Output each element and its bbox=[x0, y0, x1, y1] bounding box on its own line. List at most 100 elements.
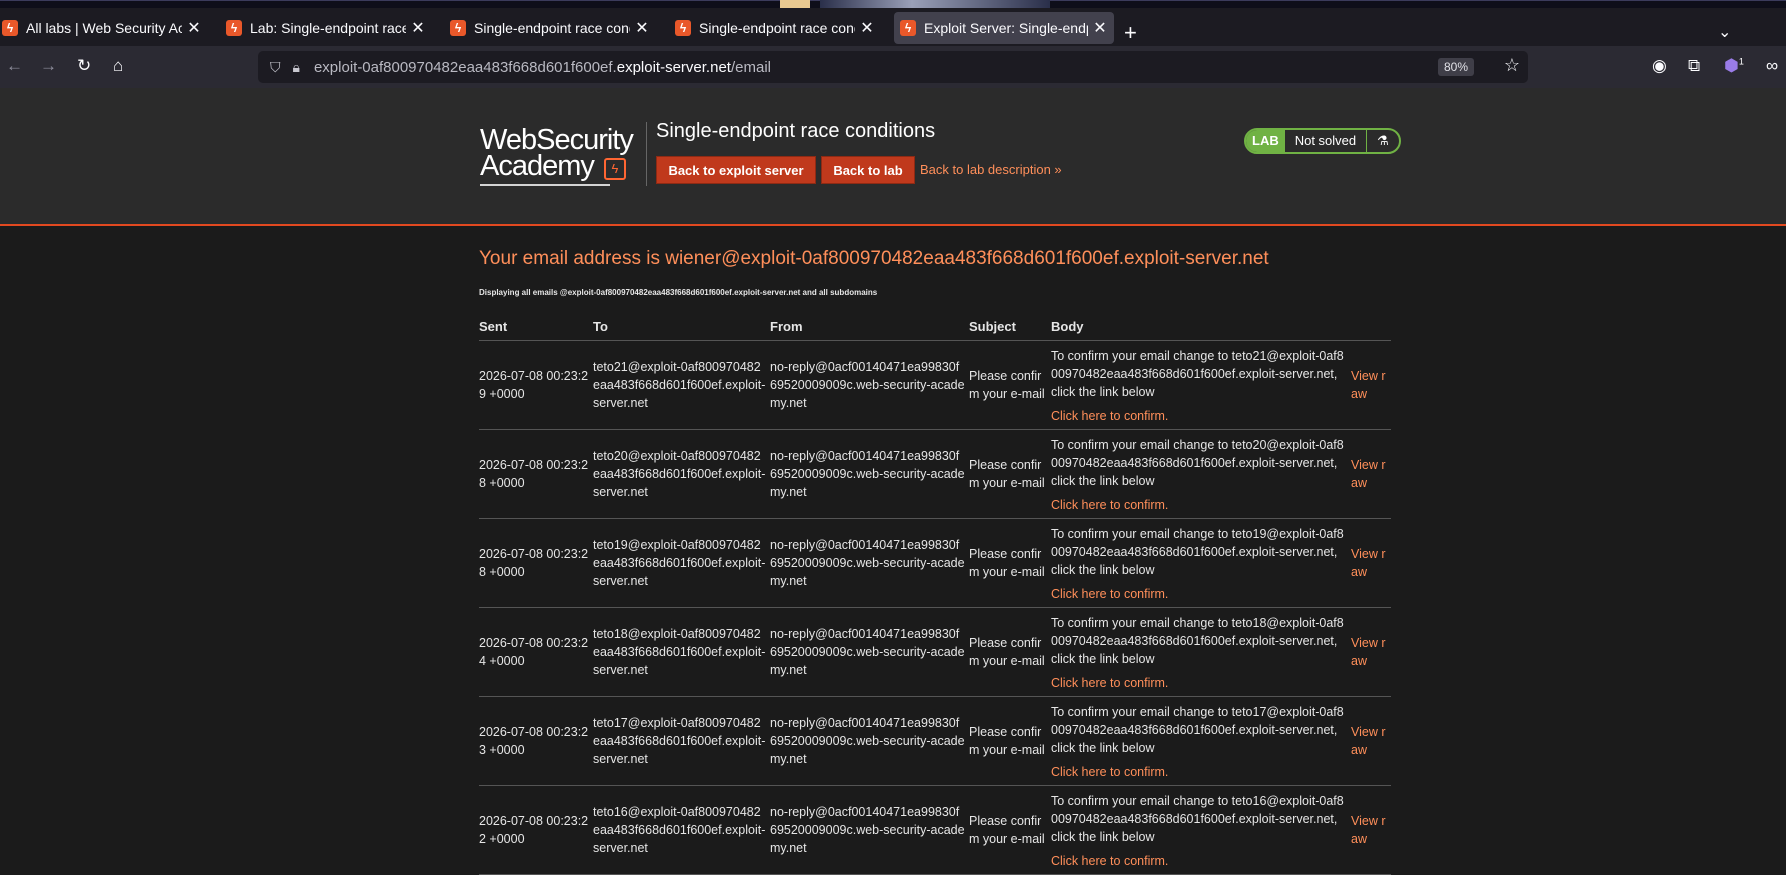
confirm-link[interactable]: Click here to confirm. bbox=[1051, 585, 1347, 603]
sent-cell: 2026-07-08 00:23:29 +0000 bbox=[479, 340, 593, 430]
burp-favicon-icon: ϟ bbox=[2, 20, 18, 36]
lab-header: WebSecurity Academy ϟ Single-endpoint ra… bbox=[0, 88, 1786, 226]
lab-title: Single-endpoint race conditions bbox=[656, 120, 936, 142]
table-row: 2026-07-08 00:23:24 +0000 teto18@exploit-… bbox=[479, 607, 1391, 697]
body-cell: To confirm your email change to teto19@e… bbox=[1051, 518, 1351, 608]
logo-bolt-icon: ϟ bbox=[604, 158, 626, 180]
tab-exploit-server[interactable]: ϟ Exploit Server: Single-endpoint race c… bbox=[894, 12, 1114, 44]
from-cell: no-reply@0acf00140471ea99830f69520009009… bbox=[770, 785, 969, 875]
burp-favicon-icon: ϟ bbox=[450, 20, 466, 36]
back-to-exploit-server-button[interactable]: Back to exploit server bbox=[656, 156, 816, 184]
email-table: Sent To From Subject Body 2026-07-08 00:… bbox=[479, 318, 1391, 875]
list-tabs-chevron-icon[interactable]: ⌄ bbox=[1718, 22, 1731, 42]
confirm-link[interactable]: Click here to confirm. bbox=[1051, 496, 1347, 514]
sent-cell: 2026-07-08 00:23:28 +0000 bbox=[479, 518, 593, 608]
close-tab-icon[interactable]: ✕ bbox=[634, 18, 650, 38]
to-cell: teto20@exploit-0af800970482eaa483f668d60… bbox=[593, 429, 770, 519]
window-top-strip bbox=[0, 0, 1786, 8]
subject-cell: Please confirm your e-mail bbox=[969, 696, 1051, 786]
new-tab-icon[interactable]: + bbox=[1124, 20, 1137, 46]
table-row: 2026-07-08 00:23:22 +0000 teto16@exploit-… bbox=[479, 785, 1391, 875]
view-raw-link[interactable]: View raw bbox=[1351, 696, 1391, 786]
shield-icon[interactable]: ⛉ bbox=[270, 59, 281, 76]
forward-arrow-icon[interactable]: → bbox=[40, 56, 57, 76]
to-cell: teto21@exploit-0af800970482eaa483f668d60… bbox=[593, 340, 770, 430]
close-tab-icon[interactable]: ✕ bbox=[410, 18, 426, 38]
account-icon[interactable]: ◉ bbox=[1652, 56, 1667, 76]
sent-cell: 2026-07-08 00:23:24 +0000 bbox=[479, 607, 593, 697]
tab-lab[interactable]: ϟ Lab: Single-endpoint race conditions ✕ bbox=[224, 12, 432, 44]
double-chevron-right-icon: » bbox=[1054, 162, 1062, 177]
view-raw-link[interactable]: View raw bbox=[1351, 785, 1391, 875]
back-to-lab-description-link[interactable]: Back to lab description » bbox=[920, 162, 1062, 177]
view-raw-link[interactable]: View raw bbox=[1351, 518, 1391, 608]
view-raw-link[interactable]: View raw bbox=[1351, 607, 1391, 697]
sent-cell: 2026-07-08 00:23:22 +0000 bbox=[479, 785, 593, 875]
address-bar[interactable]: ⛉ 🔒︎ exploit-0af800970482eaa483f668d601f… bbox=[258, 51, 1528, 83]
lab-tag: LAB bbox=[1246, 130, 1285, 152]
sent-cell: 2026-07-08 00:23:28 +0000 bbox=[479, 429, 593, 519]
zoom-indicator[interactable]: 80% bbox=[1437, 58, 1474, 76]
body-cell: To confirm your email change to teto20@e… bbox=[1051, 429, 1351, 519]
page-content: WebSecurity Academy ϟ Single-endpoint ra… bbox=[0, 88, 1786, 875]
tab-bar: ϟ All labs | Web Security Academy ✕ ϟ La… bbox=[0, 8, 1786, 46]
reload-icon[interactable]: ↻ bbox=[77, 56, 91, 76]
view-raw-link[interactable]: View raw bbox=[1351, 340, 1391, 430]
to-cell: teto17@exploit-0af800970482eaa483f668d60… bbox=[593, 696, 770, 786]
body-cell: To confirm your email change to teto18@e… bbox=[1051, 607, 1351, 697]
home-icon[interactable]: ⌂ bbox=[113, 56, 123, 76]
lab-status-text: Not solved bbox=[1285, 130, 1368, 152]
view-raw-link[interactable]: View raw bbox=[1351, 429, 1391, 519]
extensions-puzzle-icon[interactable]: ⧉ bbox=[1688, 56, 1700, 76]
to-cell: teto18@exploit-0af800970482eaa483f668d60… bbox=[593, 607, 770, 697]
confirm-link[interactable]: Click here to confirm. bbox=[1051, 407, 1347, 425]
col-raw bbox=[1351, 318, 1391, 341]
col-body: Body bbox=[1051, 318, 1351, 341]
table-row: 2026-07-08 00:23:23 +0000 teto17@exploit-… bbox=[479, 696, 1391, 786]
sent-cell: 2026-07-08 00:23:23 +0000 bbox=[479, 696, 593, 786]
display-note: Displaying all emails @exploit-0af800970… bbox=[479, 288, 878, 297]
lock-icon[interactable]: 🔒︎ bbox=[293, 59, 300, 76]
tab-single-endpoint-2[interactable]: ϟ Single-endpoint race conditions ✕ bbox=[673, 12, 881, 44]
from-cell: no-reply@0acf00140471ea99830f69520009009… bbox=[770, 429, 969, 519]
from-cell: no-reply@0acf00140471ea99830f69520009009… bbox=[770, 696, 969, 786]
body-cell: To confirm your email change to teto17@e… bbox=[1051, 696, 1351, 786]
subject-cell: Please confirm your e-mail bbox=[969, 607, 1051, 697]
navigation-bar: ← → ↻ ⌂ ⛉ 🔒︎ exploit-0af800970482eaa483f… bbox=[0, 46, 1786, 88]
extension-badge: 1 bbox=[1738, 56, 1744, 67]
url-text: exploit-0af800970482eaa483f668d601f600ef… bbox=[313, 58, 771, 76]
close-tab-icon[interactable]: ✕ bbox=[186, 18, 202, 38]
close-tab-icon[interactable]: ✕ bbox=[1092, 18, 1108, 38]
body-text: To confirm your email change to teto20@e… bbox=[1051, 438, 1344, 488]
subject-cell: Please confirm your e-mail bbox=[969, 518, 1051, 608]
table-row: 2026-07-08 00:23:28 +0000 teto20@exploit-… bbox=[479, 429, 1391, 519]
confirm-link[interactable]: Click here to confirm. bbox=[1051, 763, 1347, 781]
subject-cell: Please confirm your e-mail bbox=[969, 785, 1051, 875]
close-tab-icon[interactable]: ✕ bbox=[859, 18, 875, 38]
burp-favicon-icon: ϟ bbox=[900, 20, 916, 36]
web-security-academy-logo[interactable]: WebSecurity Academy ϟ bbox=[480, 126, 658, 186]
from-cell: no-reply@0acf00140471ea99830f69520009009… bbox=[770, 518, 969, 608]
bookmark-star-icon[interactable]: ☆ bbox=[1504, 55, 1520, 76]
to-cell: teto19@exploit-0af800970482eaa483f668d60… bbox=[593, 518, 770, 608]
back-to-lab-button[interactable]: Back to lab bbox=[821, 156, 915, 184]
email-address-heading: Your email address is wiener@exploit-0af… bbox=[479, 248, 1269, 269]
tab-single-endpoint-1[interactable]: ϟ Single-endpoint race conditions ✕ bbox=[448, 12, 656, 44]
overflow-extension-icon[interactable]: ∞ bbox=[1766, 56, 1778, 76]
header-divider bbox=[646, 122, 647, 186]
back-arrow-icon[interactable]: ← bbox=[6, 56, 23, 76]
col-to: To bbox=[593, 318, 770, 341]
body-cell: To confirm your email change to teto16@e… bbox=[1051, 785, 1351, 875]
from-cell: no-reply@0acf00140471ea99830f69520009009… bbox=[770, 607, 969, 697]
confirm-link[interactable]: Click here to confirm. bbox=[1051, 674, 1347, 692]
confirm-link[interactable]: Click here to confirm. bbox=[1051, 852, 1347, 870]
col-subject: Subject bbox=[969, 318, 1051, 341]
extension-icon[interactable]: ⬢1 bbox=[1724, 56, 1744, 76]
subject-cell: Please confirm your e-mail bbox=[969, 429, 1051, 519]
to-cell: teto16@exploit-0af800970482eaa483f668d60… bbox=[593, 785, 770, 875]
col-sent: Sent bbox=[479, 318, 593, 341]
lab-status-badge: LAB Not solved ⚗ bbox=[1244, 128, 1401, 154]
body-text: To confirm your email change to teto21@e… bbox=[1051, 349, 1344, 399]
col-from: From bbox=[770, 318, 969, 341]
tab-all-labs[interactable]: ϟ All labs | Web Security Academy ✕ bbox=[0, 12, 208, 44]
